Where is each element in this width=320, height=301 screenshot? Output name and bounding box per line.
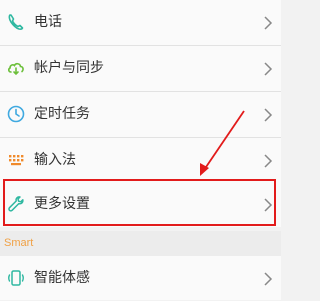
annotation-arrow-icon (200, 110, 245, 176)
